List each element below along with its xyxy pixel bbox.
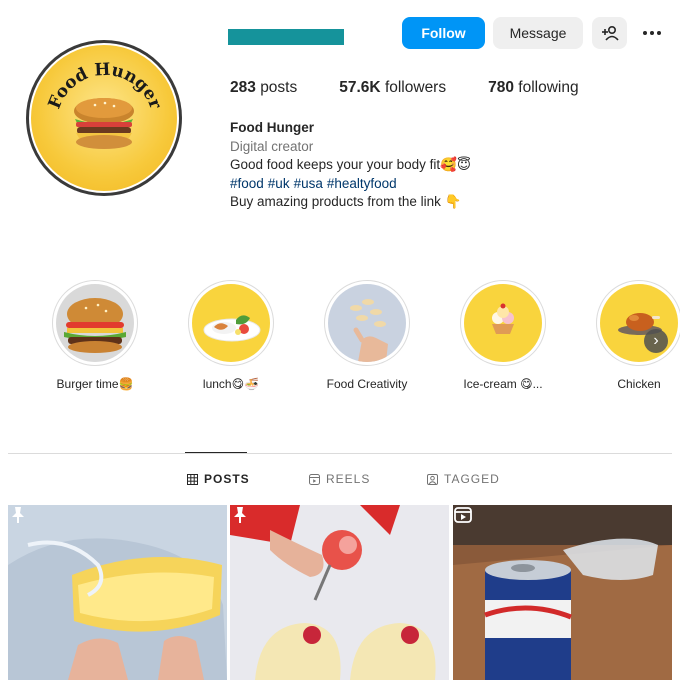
chicken-thumbnail	[600, 284, 678, 362]
tab-posts[interactable]: POSTS	[187, 472, 250, 486]
reel-icon	[454, 507, 472, 523]
burger-thumbnail	[56, 284, 134, 362]
tab-label: TAGGED	[444, 472, 500, 486]
highlight-food-creativity[interactable]: Food Creativity	[322, 280, 412, 391]
highlight-label: Food Creativity	[326, 377, 408, 391]
reels-icon	[309, 473, 320, 485]
post-thumbnail[interactable]	[230, 505, 449, 680]
soda-can-image	[453, 505, 672, 680]
post-thumbnail[interactable]	[453, 505, 672, 680]
highlight-label: Chicken	[617, 377, 661, 391]
food-creativity-thumbnail	[328, 284, 406, 362]
profile-bio: Food Hunger Digital creator Good food ke…	[230, 119, 471, 212]
highlight-label: lunch😋🍜	[202, 377, 260, 391]
followers-count[interactable]: 57.6K followers	[339, 79, 446, 97]
grid-icon	[187, 473, 198, 485]
hashtag-link[interactable]: #uk	[268, 176, 290, 191]
following-count[interactable]: 780 following	[488, 79, 579, 97]
username-redacted	[228, 29, 344, 45]
tab-reels[interactable]: REELS	[309, 472, 370, 486]
tab-tagged[interactable]: TAGGED	[427, 472, 500, 486]
pin-icon	[234, 507, 246, 523]
pin-icon	[12, 507, 24, 523]
tabs-divider	[8, 453, 672, 454]
profile-stats: 283 posts 57.6K followers 780 following	[230, 79, 621, 97]
tagged-icon	[427, 473, 438, 485]
add-user-icon	[601, 25, 619, 41]
lunch-thumbnail	[192, 284, 270, 362]
message-button[interactable]: Message	[493, 17, 583, 49]
active-tab-indicator	[185, 452, 247, 453]
highlight-lunch[interactable]: lunch😋🍜	[186, 280, 276, 391]
hashtag-link[interactable]: #food	[230, 176, 264, 191]
profile-category: Digital creator	[230, 138, 314, 154]
post-thumbnail[interactable]	[8, 505, 227, 680]
hashtag-link[interactable]: #usa	[294, 176, 323, 191]
lemon-squeezer-image	[8, 505, 227, 680]
profile-name: Food Hunger	[230, 120, 314, 135]
bio-hashtags: #food #uk #usa #healtyfood	[230, 175, 471, 194]
posts-count[interactable]: 283 posts	[230, 79, 297, 97]
bio-link-line: Buy amazing products from the link 👇	[230, 194, 462, 209]
highlight-label: Burger time🍔	[56, 377, 134, 391]
highlight-label: Ice-cream 😋...	[463, 377, 543, 391]
apple-carving-image	[230, 505, 449, 680]
story-highlights: Burger time🍔 lunch😋🍜 Food Creativity Ice…	[0, 280, 680, 400]
tab-label: POSTS	[204, 472, 250, 486]
food-hunger-logo: Food Hunger	[45, 60, 166, 149]
follow-button[interactable]: Follow	[402, 17, 485, 49]
tab-label: REELS	[326, 472, 371, 486]
more-options-icon[interactable]	[638, 22, 666, 44]
highlight-burger-time[interactable]: Burger time🍔	[50, 280, 140, 391]
chevron-right-icon[interactable]: ›	[644, 329, 668, 353]
bio-line: Good food keeps your your body fit🥰😇	[230, 157, 472, 172]
suggest-users-button[interactable]	[592, 17, 627, 49]
ice-cream-thumbnail	[464, 284, 542, 362]
profile-avatar[interactable]: Food Hunger	[26, 40, 182, 196]
hashtag-link[interactable]: #healtyfood	[327, 176, 397, 191]
highlight-ice-cream[interactable]: Ice-cream 😋...	[458, 280, 548, 391]
